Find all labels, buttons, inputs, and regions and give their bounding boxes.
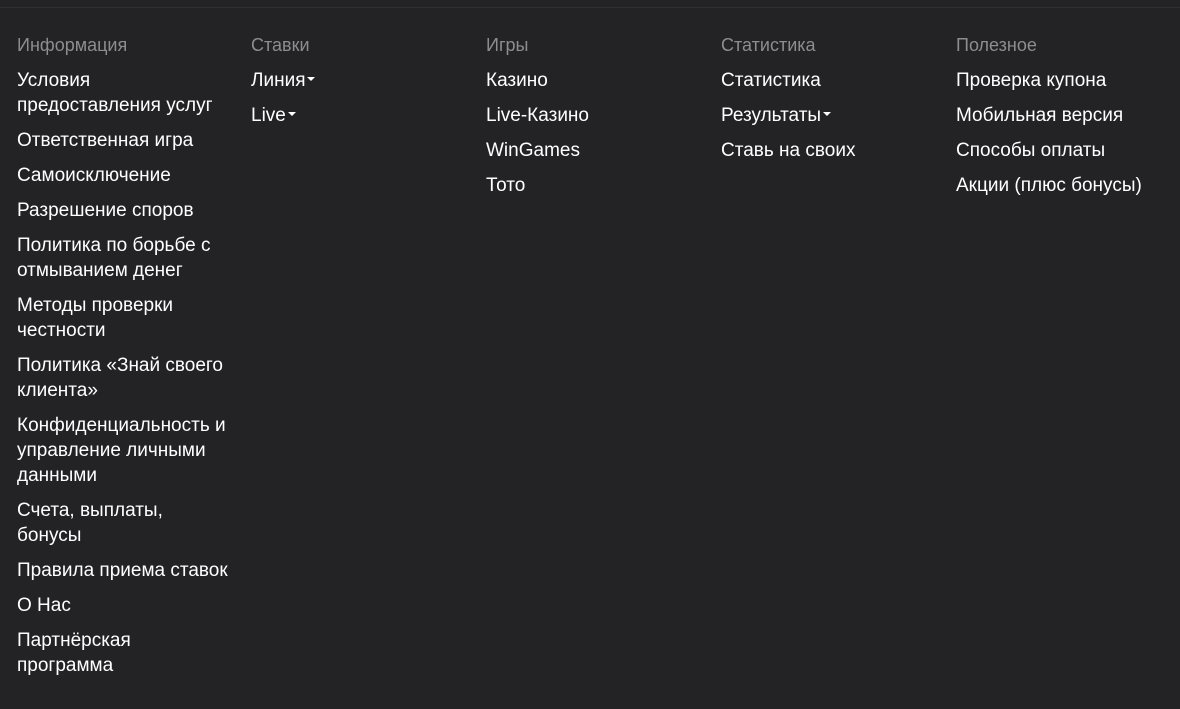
caret-down-icon — [287, 111, 296, 116]
column-title: Игры — [486, 35, 529, 55]
caret-down-icon — [307, 76, 316, 81]
link-bet-on-yours[interactable]: Ставь на своих — [721, 138, 855, 163]
link-coupon-check[interactable]: Проверка купона — [956, 68, 1106, 93]
link-live-casino[interactable]: Live-Казино — [486, 103, 589, 128]
link-terms[interactable]: Условия предоставления услуг — [17, 68, 229, 118]
link-toto[interactable]: Тото — [486, 173, 525, 198]
link-payment-methods[interactable]: Способы оплаты — [956, 138, 1105, 163]
link-list: Статистика Результаты Ставь на своих — [721, 68, 933, 163]
link-statistics[interactable]: Статистика — [721, 68, 821, 93]
link-self-exclusion[interactable]: Самоисключение — [17, 163, 171, 188]
column-title: Статистика — [721, 35, 816, 55]
link-fairness-methods[interactable]: Методы проверки честности — [17, 293, 229, 343]
link-label: Линия — [251, 70, 306, 91]
link-list: Условия предоставления услуг Ответственн… — [17, 68, 229, 678]
link-results-dropdown[interactable]: Результаты — [721, 103, 832, 128]
link-mobile-version[interactable]: Мобильная версия — [956, 103, 1123, 128]
link-privacy[interactable]: Конфиденциальность и управление личными … — [17, 413, 229, 488]
column-title: Полезное — [956, 35, 1037, 55]
link-about[interactable]: О Нас — [17, 593, 71, 618]
link-responsible-gaming[interactable]: Ответственная игра — [17, 128, 193, 153]
link-label: Live — [251, 105, 286, 126]
link-dispute-resolution[interactable]: Разрешение споров — [17, 198, 194, 223]
link-promotions[interactable]: Акции (плюс бонусы) — [956, 173, 1142, 198]
column-title: Информация — [17, 35, 128, 55]
link-list: Линия Live — [251, 68, 463, 128]
link-kyc-policy[interactable]: Политика «Знай своего клиента» — [17, 353, 229, 403]
footer-nav: Информация Условия предоставления услуг … — [0, 0, 1180, 709]
footer-column-games: Игры Казино Live-Казино WinGames Тото — [486, 33, 698, 208]
link-label: Результаты — [721, 105, 822, 126]
link-list: Казино Live-Казино WinGames Тото — [486, 68, 698, 198]
link-aml-policy[interactable]: Политика по борьбе с отмыванием денег — [17, 233, 229, 283]
footer-column-bets: Ставки Линия Live — [251, 33, 463, 138]
link-list: Проверка купона Мобильная версия Способы… — [956, 68, 1176, 198]
link-wingames[interactable]: WinGames — [486, 138, 580, 163]
link-betting-rules[interactable]: Правила приема ставок — [17, 558, 228, 583]
link-affiliate[interactable]: Партнёрская программа — [17, 628, 229, 678]
column-title: Ставки — [251, 35, 310, 55]
link-live-dropdown[interactable]: Live — [251, 103, 296, 128]
link-accounts-payouts[interactable]: Счета, выплаты, бонусы — [17, 498, 229, 548]
link-casino[interactable]: Казино — [486, 68, 548, 93]
footer-column-statistics: Статистика Статистика Результаты Ставь н… — [721, 33, 933, 173]
caret-down-icon — [823, 111, 832, 116]
footer-column-useful: Полезное Проверка купона Мобильная верси… — [956, 33, 1176, 208]
link-line-dropdown[interactable]: Линия — [251, 68, 316, 93]
footer-column-info: Информация Условия предоставления услуг … — [17, 33, 229, 688]
